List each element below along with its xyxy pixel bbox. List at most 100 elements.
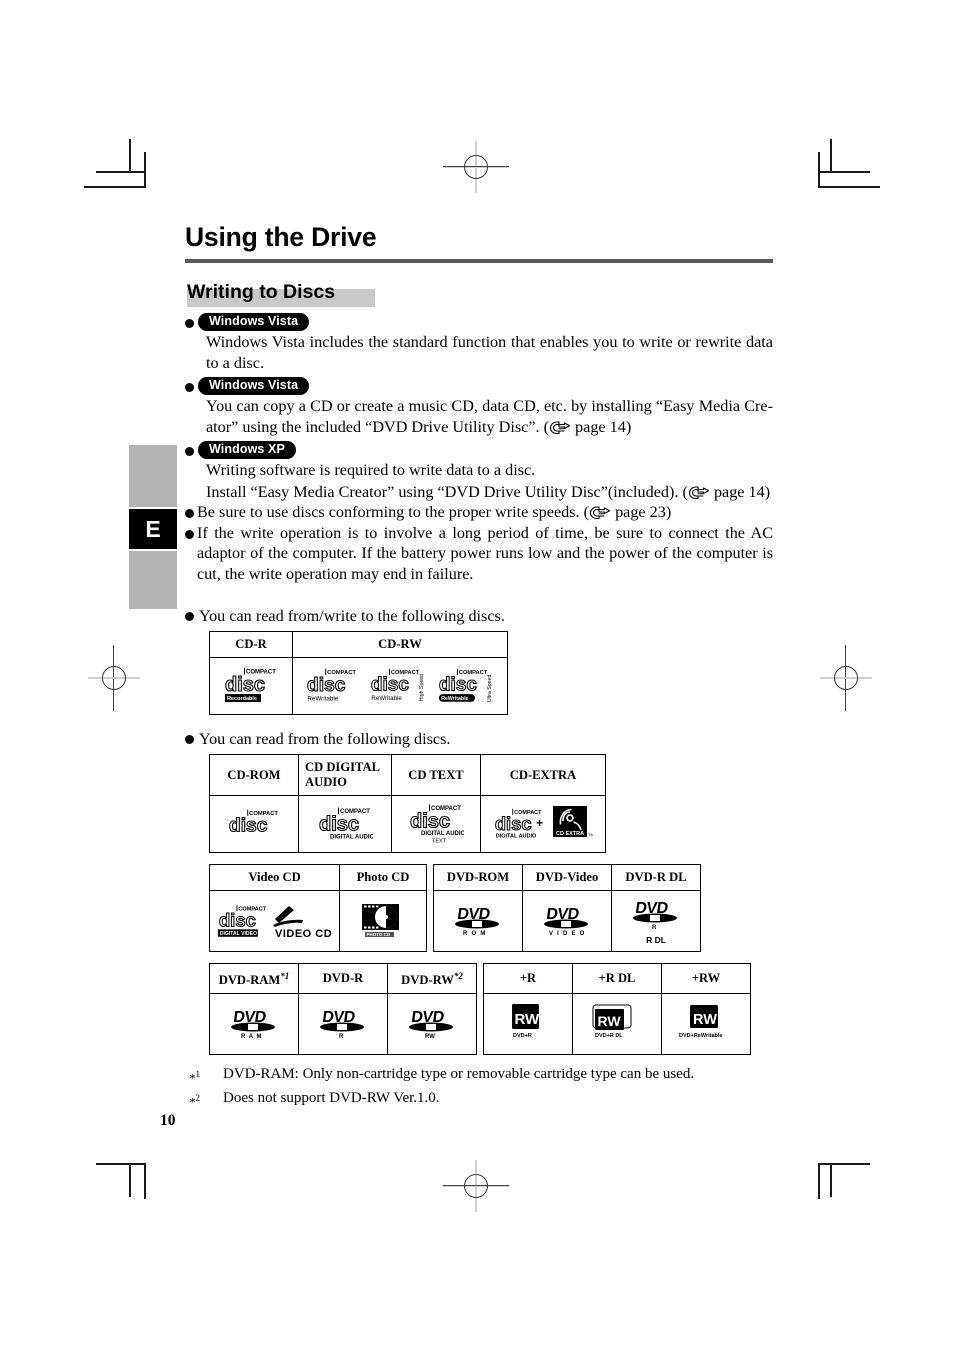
logo-group: COMPACT disc DIGITAL VIDEO VIDEO CD <box>210 903 339 939</box>
logo-group: COMPACT disc DIGITAL AUDIO TEXT <box>392 803 480 845</box>
dvd-r-logo-icon: DVD R <box>317 1006 369 1042</box>
col-header-dvd-r: DVD-R <box>298 962 388 995</box>
bullet-xp: Windows XP <box>185 441 773 459</box>
svg-text:High Speed: High Speed <box>419 674 425 701</box>
footnotes: *1 DVD-RAM: Only non-cartridge type or r… <box>189 1065 773 1111</box>
cd-recordable-logo-icon: COMPACT disc Recordable <box>223 667 279 705</box>
col-header-cd-rom: CD-ROM <box>209 754 299 796</box>
dvd-plus-r-logo-icon: RW DVD+R <box>506 1003 550 1045</box>
crop-mark-bottom-right-h1 <box>818 1163 870 1165</box>
bullet-vista-1-text: Windows Vista includes the standard func… <box>206 333 773 372</box>
logo-cell-cd-text: COMPACT disc DIGITAL AUDIO TEXT <box>391 795 481 853</box>
logo-cell-cd-r: COMPACT disc Recordable <box>209 657 293 715</box>
dvd-read-table: DVD-ROM DVD-Video DVD-R DL DVD R O M DVD… <box>433 864 701 952</box>
os-badge-windows-xp: Windows XP <box>198 441 296 459</box>
footnote-1-mark-number: 1 <box>195 1069 201 1080</box>
side-tab-block-upper <box>129 445 177 507</box>
os-badge-windows-vista: Windows Vista <box>198 377 310 395</box>
cd-digital-audio-logo-icon: COMPACT disc DIGITAL AUDIO <box>317 806 373 842</box>
bullet-ac-adaptor: If the write operation is to involve a l… <box>185 523 773 585</box>
registration-target-left <box>88 645 140 711</box>
svg-text:disc: disc <box>229 816 268 837</box>
svg-text:disc: disc <box>225 674 265 696</box>
bullet-dot-icon <box>185 735 194 744</box>
section-heading: Writing to Discs <box>187 281 773 307</box>
bullet-dot-icon <box>185 383 194 392</box>
svg-text:RW: RW <box>598 1013 622 1029</box>
footnote-ref-1: *1 <box>280 971 290 981</box>
logo-group: COMPACT disc ReWritable COMPACT disc ReW… <box>293 667 507 705</box>
video-photo-table: Video CD Photo CD COMPACT disc DIGITAL V… <box>209 864 427 952</box>
footnote-1-text: DVD-RAM: Only non-cartridge type or remo… <box>223 1066 695 1083</box>
video-cd-wordmark-icon: VIDEO CD <box>272 903 332 939</box>
col-header-cd-r: CD-R <box>209 631 293 658</box>
svg-text:PHOTO CD: PHOTO CD <box>367 932 391 937</box>
dvd-rom-logo-icon: DVD R O M <box>452 903 504 939</box>
footnote-2-mark-number: 2 <box>195 1092 201 1103</box>
pointing-hand-icon <box>549 420 571 435</box>
table-header-row: +R +R DL +RW <box>483 962 751 995</box>
logo-cell-dvd-r: DVD R <box>298 993 388 1056</box>
cd-digital-video-logo-icon: COMPACT disc DIGITAL VIDEO <box>217 903 269 939</box>
pointing-hand-icon <box>589 505 611 520</box>
bullet-ac-adaptor-text: If the write operation is to involve a l… <box>197 523 773 583</box>
logo-group: RW DVD+R DL <box>573 1003 661 1045</box>
logo-group: COMPACT disc <box>210 807 298 841</box>
logo-cell-plus-r: RW DVD+R <box>483 993 573 1056</box>
logo-group: DVD R O M <box>434 903 522 939</box>
logo-group: DVD R R DL <box>612 897 700 945</box>
logo-group: COMPACT disc Recordable <box>210 667 292 705</box>
svg-text:ReWritable: ReWritable <box>371 695 402 702</box>
footnote-ref-2: *2 <box>453 971 463 981</box>
bullet-xp-line2-ref: page 14) <box>709 482 771 501</box>
logo-group: DVD RW <box>388 1006 476 1042</box>
col-header-cd-rw: CD-RW <box>292 631 508 658</box>
logo-group: DVD R <box>299 1006 387 1042</box>
footnote-2: *2 Does not support DVD-RW Ver.1.0. <box>189 1089 773 1111</box>
svg-text:Recordable: Recordable <box>227 696 257 702</box>
crop-mark-top-right-h2 <box>818 171 870 173</box>
bullet-vista-2: Windows Vista <box>185 377 773 395</box>
logo-cell-plus-rw: RW DVD+ReWritable <box>661 993 751 1056</box>
logo-group: RW DVD+R <box>484 1003 572 1045</box>
svg-text:DVD+ReWritable: DVD+ReWritable <box>679 1033 722 1039</box>
table-lead-read-only-text: You can read from the following discs. <box>199 730 451 748</box>
col-header-photo-cd: Photo CD <box>339 864 427 891</box>
svg-text:VIDEO CD: VIDEO CD <box>275 928 332 939</box>
logo-cell-dvd-rw: DVD RW <box>387 993 477 1056</box>
bullet-dot-icon <box>185 529 194 539</box>
side-tab-block-lower <box>129 551 177 609</box>
svg-text:Ultra Speed: Ultra Speed <box>487 675 493 703</box>
svg-text:disc: disc <box>219 910 256 931</box>
side-tab-letter-text: E <box>145 515 161 542</box>
svg-text:DIGITAL AUDIO: DIGITAL AUDIO <box>330 835 373 841</box>
cd-text-logo-icon: COMPACT disc DIGITAL AUDIO TEXT <box>408 803 464 845</box>
registration-target-bottom <box>443 1160 509 1212</box>
col-header-cd-text: CD TEXT <box>391 754 481 796</box>
bullet-vista-2-text-main: You can copy a CD or create a music CD, … <box>206 397 773 436</box>
table-group-3: Video CD Photo CD COMPACT disc DIGITAL V… <box>209 859 773 952</box>
dvd-rw-logo-icon: DVD RW <box>406 1006 458 1042</box>
table-lead-read-only: You can read from the following discs. <box>185 729 773 749</box>
crop-mark-bottom-right-v1 <box>818 1163 820 1199</box>
page-title: Using the Drive <box>185 222 377 252</box>
svg-text:DVD+R DL: DVD+R DL <box>595 1033 623 1039</box>
bullet-write-speeds: Be sure to use discs conforming to the p… <box>185 502 773 523</box>
registration-target-right <box>820 645 872 711</box>
bullet-dot-icon <box>185 509 194 518</box>
logo-cell-photo-cd: PHOTO CD <box>339 890 427 952</box>
table-header-row: DVD-ROM DVD-Video DVD-R DL <box>433 864 701 891</box>
svg-text:RW: RW <box>515 1011 541 1028</box>
cd-extra-badge-icon: CD EXTRA TM <box>553 806 593 842</box>
cd-rewritable-high-speed-logo-icon: COMPACT disc ReWritable High Speed <box>369 667 427 705</box>
svg-text:CD EXTRA: CD EXTRA <box>556 831 584 837</box>
svg-text:ReWritable: ReWritable <box>441 696 468 702</box>
footnote-1-mark: *1 <box>189 1069 201 1086</box>
col-header-dvd-ram: DVD-RAM*1 <box>209 962 299 995</box>
crop-mark-top-left-v3 <box>129 139 131 173</box>
svg-text:R: R <box>339 1034 344 1040</box>
col-header-plus-r-dl: +R DL <box>572 962 662 995</box>
table-logo-row: COMPACT disc Recordable COMPACT disc ReW… <box>209 657 508 715</box>
logo-group: RW DVD+ReWritable <box>662 1003 750 1045</box>
svg-text:TM: TM <box>588 832 593 837</box>
